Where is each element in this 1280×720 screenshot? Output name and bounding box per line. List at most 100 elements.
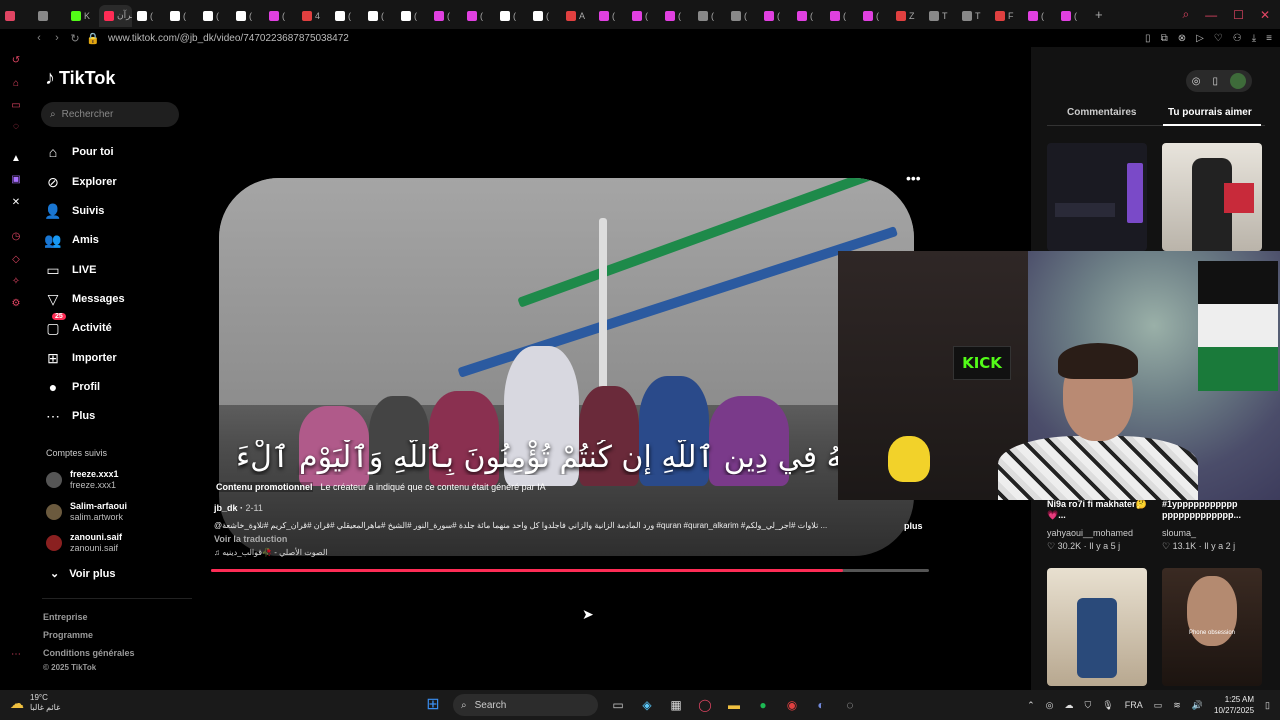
monitor-icon[interactable]: ▭ [1154,700,1163,711]
browser-tab[interactable]: ( [264,5,297,27]
notification-icon[interactable]: ▯ [1265,700,1270,711]
sidebar-item-more[interactable]: ⋯ Plus [44,405,95,427]
browser-tab[interactable]: ( [165,5,198,27]
discord-icon[interactable]: ◐ [812,696,830,714]
snapshot-icon[interactable]: ⧉ [1161,33,1168,44]
browser-tab[interactable]: Z [891,5,924,27]
app-icon[interactable]: ◌ [841,696,859,714]
back-icon[interactable]: ‹ [30,32,48,44]
translate-link[interactable]: Voir la traduction [214,534,287,544]
see-more-button[interactable]: ⌄ Voir plus [50,567,115,581]
browser-tab[interactable]: ( [132,5,165,27]
browser-tab[interactable]: ( [693,5,726,27]
sidebar-item-following[interactable]: 👤 Suivis [44,200,104,222]
sidebar-item-profile[interactable]: ● Profil [44,376,100,398]
browser-tab[interactable]: ( [528,5,561,27]
forward-icon[interactable]: › [48,32,66,44]
profile-icon[interactable]: ⚇ [1233,33,1242,44]
app-icon[interactable]: ◉ [783,696,801,714]
weather-widget[interactable]: ☁ 19°C غائم غالبا [10,693,60,713]
video-thumbnail[interactable]: Phone obsession [1162,568,1262,686]
send-icon[interactable]: ▷ [1196,33,1204,44]
defender-icon[interactable]: ⛉ [1085,700,1092,711]
video-thumbnail[interactable] [1047,143,1147,251]
browser-tab[interactable]: 4 [297,5,330,27]
browser-tab[interactable]: ( [198,5,231,27]
history-icon[interactable]: ↺ [10,55,22,67]
language-indicator[interactable]: FRA [1125,700,1143,710]
clock-icon[interactable]: ◷ [10,231,22,243]
browser-tab[interactable]: ( [660,5,693,27]
search-tabs-icon[interactable]: ⌕ [1182,7,1189,22]
search-box[interactable]: ⌕ [41,102,179,127]
browser-tab[interactable]: ( [1056,5,1089,27]
followed-account[interactable]: zanouni.saif zanouni.saif [46,532,122,554]
browser-tab[interactable] [33,5,66,27]
avatar[interactable] [1230,73,1246,89]
sidebar-item-home[interactable]: ⌂ Pour toi [44,141,114,163]
copilot-icon[interactable]: ◈ [638,696,656,714]
browser-tab[interactable]: ( [330,5,363,27]
taskbar-search[interactable]: ⌕ Search [453,694,598,716]
video-progress-bar[interactable] [211,569,929,572]
card-user[interactable]: yahyaoui__mohamed [1047,528,1133,538]
maximize-icon[interactable]: ☐ [1233,8,1244,22]
more-tools-icon[interactable]: ⋯ [10,649,22,661]
adblock-icon[interactable]: ⊗ [1178,33,1186,44]
shopping-icon[interactable]: ⌂ [10,78,22,90]
sidebar-item-upload[interactable]: ⊞ Importer [44,347,117,369]
browser-tab[interactable]: F [990,5,1023,27]
store-icon[interactable]: ▦ [667,696,685,714]
microphone-icon[interactable]: 🎙 [1102,700,1113,711]
browser-tab[interactable]: قرآن [99,4,132,27]
device-icon[interactable]: ▯ [1212,76,1218,87]
sidebar-item-compass[interactable]: ⊘ Explorer [44,171,117,193]
task-view-icon[interactable]: ▭ [609,696,627,714]
menu-icon[interactable]: ≡ [1266,33,1272,44]
footer-link-terms[interactable]: Conditions générales [43,648,135,658]
heart-icon[interactable]: ♡ [1214,33,1223,44]
new-tab-button[interactable]: + [1095,7,1103,22]
browser-tab[interactable]: ( [462,5,495,27]
browser-tab[interactable]: ( [594,5,627,27]
url-field[interactable]: www.tiktok.com/@jb_dk/video/747022368787… [108,33,349,44]
network-app-icon[interactable]: ◎ [1046,700,1054,711]
windows-start-icon[interactable]: ⊞ [424,696,442,714]
browser-tab[interactable]: A [561,5,594,27]
video-thumbnail[interactable] [1047,568,1147,686]
more-text-button[interactable]: plus [904,521,923,531]
browser-tab[interactable]: ( [429,5,462,27]
more-options-icon[interactable]: ••• [906,170,921,186]
card-user[interactable]: slouma_ [1162,528,1196,538]
aria-icon[interactable]: ▲ [10,153,22,165]
footer-link-programme[interactable]: Programme [43,630,93,640]
reload-icon[interactable]: ↻ [66,32,84,45]
browser-tab[interactable]: ( [363,5,396,27]
sidebar-item-activity[interactable]: ▢ 25 Activité [44,312,112,339]
spark-icon[interactable]: ✧ [10,276,22,288]
chevron-up-icon[interactable]: ⌃ [1027,700,1035,711]
music-link[interactable]: ♫ الصوت الأصلي - 🥀قوالب_دينيه [214,548,328,557]
settings-icon[interactable]: ⚙ [10,298,22,310]
video-player[interactable]: فَهُ فِي دِينِ ٱللَّهِ إِن كُنتُمْ تُؤْم… [219,178,914,556]
x-icon[interactable]: ✕ [10,197,22,209]
browser-tab[interactable]: ( [792,5,825,27]
messenger-icon[interactable]: ◌ [10,121,22,133]
tiktok-logo[interactable]: ♪ TikTok [45,67,115,90]
tab-comments[interactable]: Commentaires [1067,107,1136,118]
cube-icon[interactable]: ◇ [10,254,22,266]
chat-icon[interactable]: ▭ [10,100,22,112]
sidebar-item-live[interactable]: ▭ LIVE [44,259,96,281]
footer-link-entreprise[interactable]: Entreprise [43,612,88,622]
spotify-icon[interactable]: ● [754,696,772,714]
clock[interactable]: 1:25 AM 10/27/2025 [1214,694,1254,716]
card-caption[interactable]: #1yppppppppppp ppppppppppppp... [1162,499,1262,521]
browser-tab[interactable] [0,5,33,27]
followed-account[interactable]: freeze.xxx1 freeze.xxx1 [46,469,119,491]
coin-icon[interactable]: ◎ [1192,76,1201,87]
browser-tab[interactable]: ( [495,5,528,27]
tab-you-may-like[interactable]: Tu pourrais aimer [1168,107,1252,118]
cloud-icon[interactable]: ☁ [1065,700,1074,711]
twitch-icon[interactable]: ▣ [10,174,22,186]
browser-tab[interactable]: ( [825,5,858,27]
